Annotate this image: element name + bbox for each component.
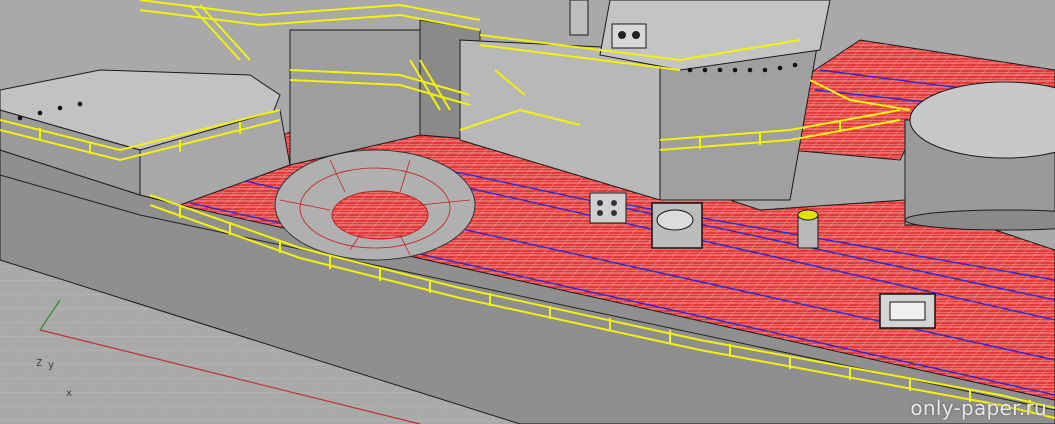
axis-widget-x-label: x — [66, 388, 73, 399]
deck-fitting-vent — [589, 192, 627, 224]
watermark-text: only-paper.ru — [910, 396, 1047, 420]
mast-pole — [569, 0, 589, 36]
axis-widget-y-label: y — [48, 360, 55, 371]
circular-mount — [274, 149, 476, 261]
turret-cylinder — [904, 81, 1055, 231]
deck-fitting-winch — [651, 202, 703, 249]
deck-fitting-hatch — [879, 293, 936, 329]
axis-widget-z-label: Z — [36, 358, 43, 369]
ship-model-render[interactable] — [0, 0, 1055, 424]
deck-fitting-bollard — [797, 209, 819, 249]
deck-fitting-box — [611, 23, 647, 49]
3d-viewport[interactable]: Z y x only-paper.ru — [0, 0, 1055, 424]
